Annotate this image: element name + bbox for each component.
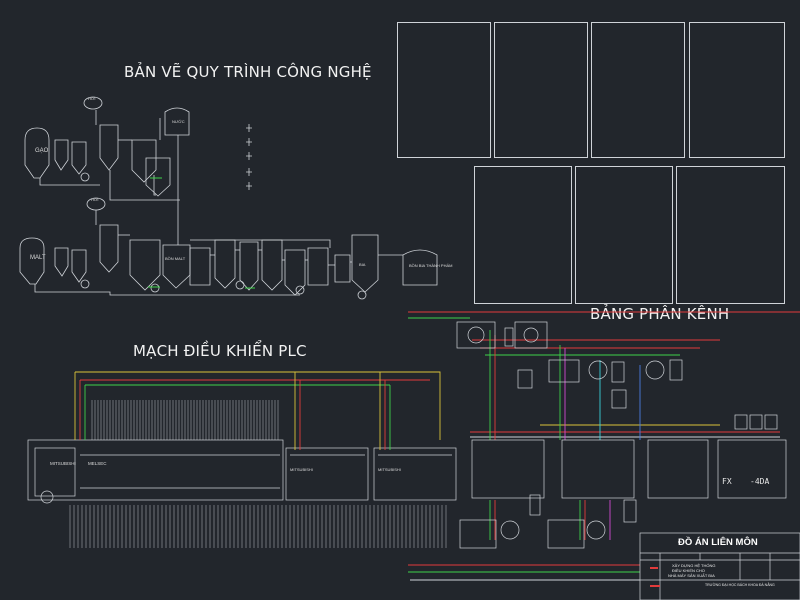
drawing-sheet: BẢN VẼ QUY TRÌNH CÔNG NGHỆ BẢNG PHÂN KÊN… [0,0,800,600]
plc-main-body [27,439,284,501]
plc-ext-1 [285,447,369,501]
plc-ext-2 [373,447,457,501]
finished-beer-tank [402,249,438,286]
cad-drawing [19,96,800,600]
fx-4da-module [717,439,787,499]
title-block-frame [639,532,800,600]
malt-silo [19,237,45,285]
water-tank [164,107,190,136]
analog-module-1 [471,439,545,499]
analog-module-3 [647,439,709,499]
analog-module-2 [561,439,635,499]
rice-silo [24,127,50,179]
